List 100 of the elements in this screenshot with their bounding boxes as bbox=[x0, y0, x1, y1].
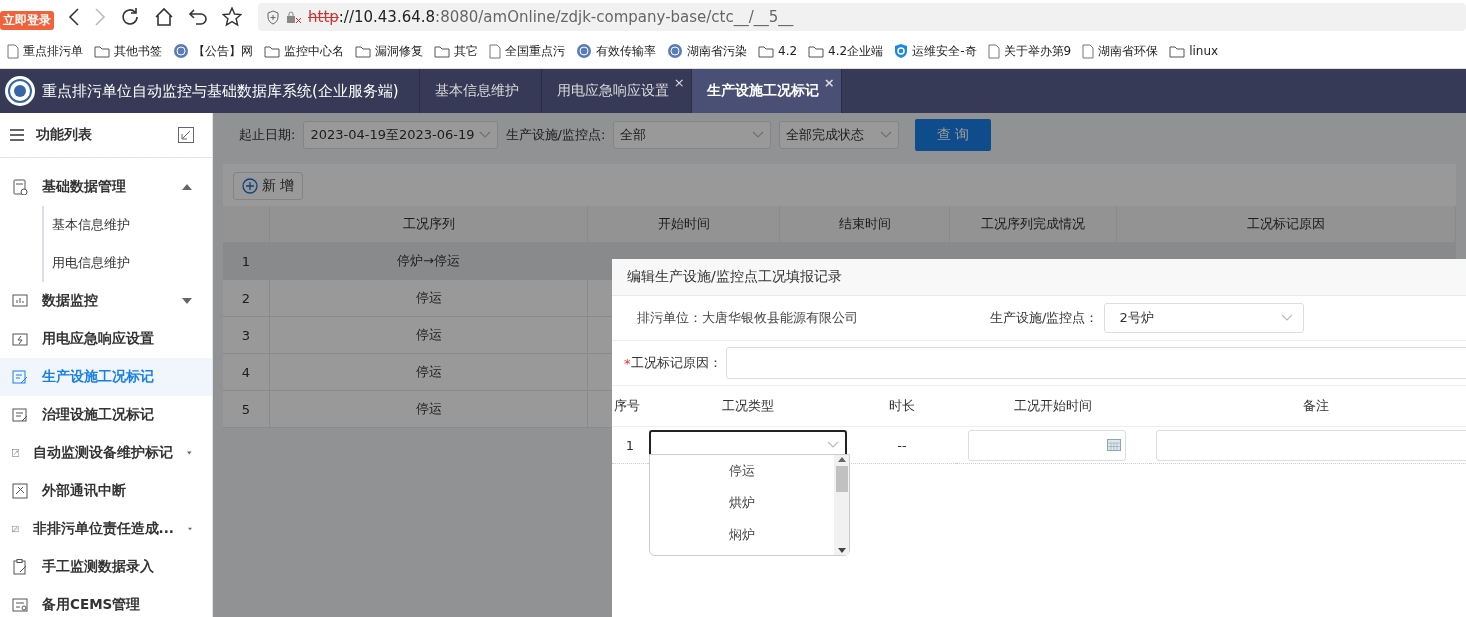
chart-icon bbox=[12, 293, 28, 309]
column-header: 序号 bbox=[614, 397, 640, 415]
column-header: 备注 bbox=[1303, 397, 1329, 415]
bookmark[interactable]: 4.2 bbox=[758, 44, 798, 58]
row-number: 1 bbox=[223, 243, 270, 280]
bookmark[interactable]: 其他书签 bbox=[94, 42, 162, 60]
back-icon[interactable] bbox=[68, 8, 80, 26]
scroll-up-icon[interactable] bbox=[837, 457, 846, 462]
star-icon[interactable] bbox=[222, 7, 242, 27]
page-icon bbox=[489, 43, 501, 59]
address-bar[interactable]: http://10.43.64.8:8080/amOnline/zdjk-company-base/ctc__/__5__ bbox=[258, 3, 1466, 31]
row-number: 4 bbox=[223, 354, 270, 391]
bookmark[interactable]: 全国重点污 bbox=[489, 42, 565, 60]
sidebar-item[interactable]: 外部通讯中断 bbox=[0, 472, 212, 510]
facility-select[interactable]: 全部 bbox=[613, 121, 772, 149]
add-button[interactable]: 新 增 bbox=[233, 172, 304, 200]
sidebar-item[interactable]: 数据监控 bbox=[0, 282, 212, 320]
caret-icon bbox=[827, 441, 839, 449]
caret-icon bbox=[752, 131, 765, 139]
calendar-icon bbox=[1107, 439, 1121, 451]
sidebar-item[interactable]: 自动监测设备维护标记 bbox=[0, 434, 212, 472]
dropdown-option[interactable]: 停运 bbox=[650, 455, 834, 487]
status-select[interactable]: 全部完成状态 bbox=[779, 121, 900, 149]
bookmark[interactable]: 运维安全-奇 bbox=[894, 42, 977, 60]
scrollbar[interactable] bbox=[834, 455, 849, 555]
globe-icon bbox=[667, 43, 683, 59]
bookmark[interactable]: 湖南省污染 bbox=[667, 42, 747, 60]
server-icon bbox=[12, 597, 28, 613]
filter-label: 起止日期: bbox=[239, 126, 296, 144]
app-title: 重点排污单位自动监控与基础数据库系统(企业服务端) bbox=[42, 81, 399, 101]
home-icon[interactable] bbox=[154, 7, 174, 27]
row-number: 5 bbox=[223, 391, 270, 428]
sidebar-item[interactable]: 备用CEMS管理 bbox=[0, 586, 212, 617]
caret-icon[interactable] bbox=[187, 526, 192, 532]
sidebar-subitem[interactable]: 基本信息维护 bbox=[44, 206, 212, 244]
page-icon bbox=[987, 43, 1000, 59]
bookmark[interactable]: 其它 bbox=[434, 42, 478, 60]
bookmark[interactable]: 漏洞修复 bbox=[355, 42, 423, 60]
edit-icon bbox=[12, 369, 28, 385]
facility-select[interactable]: 2号炉 bbox=[1104, 303, 1305, 333]
plus-icon bbox=[242, 178, 258, 194]
bookmark[interactable]: linux bbox=[1169, 44, 1219, 58]
sidebar-item[interactable]: 基础数据管理 bbox=[0, 168, 212, 206]
bookmark[interactable]: 4.2企业端 bbox=[808, 42, 884, 60]
field-label: 工况标记原因： bbox=[630, 354, 722, 372]
scroll-down-icon[interactable] bbox=[837, 548, 846, 553]
reason-field[interactable] bbox=[725, 347, 1466, 379]
folder-icon bbox=[1169, 44, 1186, 58]
sidebar-item[interactable]: 治理设施工况标记 bbox=[0, 396, 212, 434]
page-icon bbox=[7, 43, 19, 59]
date-range-field[interactable]: 2023-04-19至2023-06-19 bbox=[303, 121, 498, 149]
table-cell: 停运 bbox=[270, 280, 588, 317]
bookmark[interactable]: 【公告】网 bbox=[173, 42, 253, 60]
bookmark[interactable]: 关于举办第9 bbox=[987, 42, 1072, 60]
caret-icon bbox=[880, 131, 893, 139]
caret-icon[interactable] bbox=[182, 298, 192, 304]
bookmark[interactable]: 湖南省环保 bbox=[1082, 42, 1159, 60]
row-number: 2 bbox=[223, 280, 270, 317]
emblem-icon bbox=[4, 75, 36, 107]
bookmark[interactable]: 监控中心名 bbox=[264, 42, 344, 60]
column-header: 开始时间 bbox=[588, 206, 780, 243]
link-icon bbox=[12, 483, 28, 499]
duration-text: -- bbox=[897, 437, 907, 453]
scroll-thumb[interactable] bbox=[835, 466, 848, 492]
folder-icon bbox=[434, 44, 450, 58]
globe-icon bbox=[173, 43, 189, 59]
undo-icon[interactable] bbox=[188, 8, 208, 26]
dropdown-option[interactable]: 烘炉 bbox=[650, 487, 834, 519]
dropdown-option[interactable]: 焖炉 bbox=[650, 519, 834, 551]
close-icon[interactable]: × bbox=[673, 75, 685, 90]
row-number: 1 bbox=[625, 437, 635, 453]
tab[interactable]: 生产设施工况标记 × bbox=[691, 69, 842, 113]
sidebar-item[interactable]: 生产设施工况标记 bbox=[0, 358, 212, 396]
caret-icon bbox=[478, 131, 491, 139]
clipboard-icon bbox=[12, 559, 28, 575]
caret-icon[interactable] bbox=[187, 450, 192, 456]
close-icon[interactable]: × bbox=[823, 75, 835, 90]
document-icon bbox=[12, 179, 28, 195]
globe-icon bbox=[576, 43, 592, 59]
start-time-field[interactable] bbox=[968, 429, 1126, 461]
folder-icon bbox=[355, 44, 371, 58]
remark-field[interactable] bbox=[1156, 429, 1466, 461]
bookmark[interactable]: 重点排污单 bbox=[7, 42, 83, 60]
reload-icon[interactable] bbox=[120, 7, 140, 27]
edit-icon bbox=[12, 407, 28, 423]
sidebar-item[interactable]: 用电应急响应设置 bbox=[0, 320, 212, 358]
sidebar-subitem[interactable]: 用电信息维护 bbox=[44, 244, 212, 282]
sidebar-item[interactable]: 非排污单位责任造成... bbox=[0, 510, 212, 548]
sidebar-item[interactable]: 手工监测数据录入 bbox=[0, 548, 212, 586]
column-header: 工况类型 bbox=[722, 397, 774, 415]
sidebar-title: 功能列表 bbox=[36, 126, 93, 144]
page-icon bbox=[1082, 43, 1095, 59]
table-cell: 停炉→停运 bbox=[270, 243, 588, 280]
shield-icon bbox=[894, 43, 909, 59]
collapse-icon[interactable] bbox=[178, 127, 194, 143]
field-label: 生产设施/监控点： bbox=[990, 309, 1099, 327]
caret-icon[interactable] bbox=[182, 184, 192, 190]
table-cell: 停运 bbox=[270, 391, 588, 428]
menu-icon[interactable] bbox=[10, 129, 24, 141]
bookmark[interactable]: 有效传输率 bbox=[576, 42, 656, 60]
